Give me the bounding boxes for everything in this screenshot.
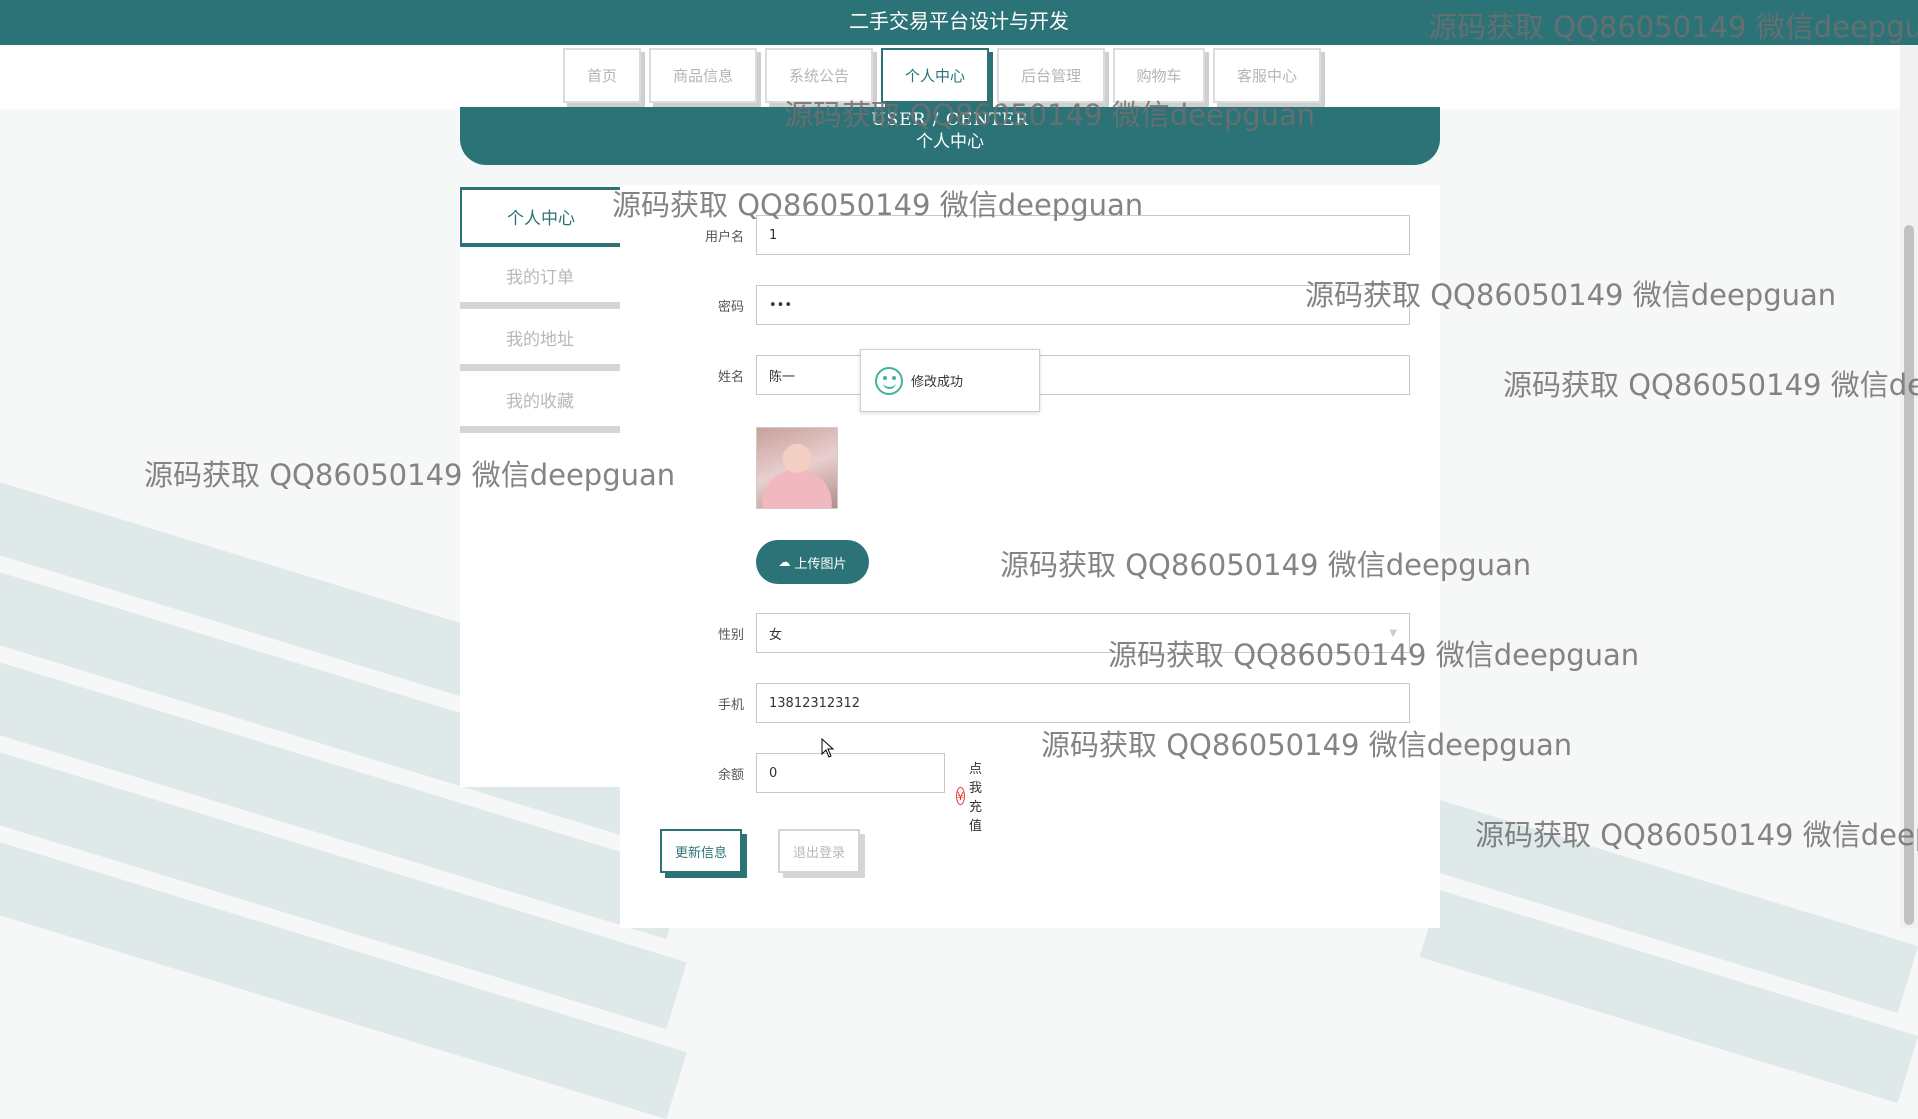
top-header-bar: 二手交易平台设计与开发 bbox=[0, 0, 1918, 45]
upload-image-button[interactable]: ☁ 上传图片 bbox=[756, 540, 869, 584]
yen-icon: ¥ bbox=[956, 787, 965, 805]
gender-row: 性别 女 ▼ bbox=[660, 613, 1410, 653]
main-nav: 首页 商品信息 系统公告 个人中心 后台管理 购物车 客服中心 bbox=[0, 45, 1918, 109]
avatar-image bbox=[756, 427, 838, 509]
password-field[interactable]: ••• bbox=[756, 285, 1410, 325]
gender-value: 女 bbox=[769, 627, 783, 643]
phone-row: 手机 13812312312 bbox=[660, 683, 1410, 723]
success-toast: 修改成功 bbox=[860, 349, 1040, 412]
phone-field[interactable]: 13812312312 bbox=[756, 683, 1410, 723]
banner-title-cn: 个人中心 bbox=[916, 132, 984, 152]
balance-row: 余额 0 bbox=[660, 753, 945, 793]
sidebar-menu: 个人中心 我的订单 我的地址 我的收藏 bbox=[460, 187, 620, 435]
chevron-down-icon: ▼ bbox=[1389, 628, 1397, 639]
name-field[interactable]: 陈一 bbox=[756, 355, 1410, 395]
balance-field[interactable]: 0 bbox=[756, 753, 945, 793]
watermark-text: 源码获取 QQ86050149 微信deepguan bbox=[1475, 818, 1918, 852]
watermark-text: 源码获取 QQ86050149 微信deepguan bbox=[1503, 368, 1918, 402]
name-label: 姓名 bbox=[717, 369, 744, 385]
balance-label: 余额 bbox=[717, 767, 744, 783]
scrollbar-thumb[interactable] bbox=[1904, 225, 1914, 925]
cloud-upload-icon: ☁ bbox=[778, 555, 791, 569]
phone-label: 手机 bbox=[717, 697, 744, 713]
gender-label: 性别 bbox=[717, 627, 744, 643]
upload-image-label: 上传图片 bbox=[794, 556, 847, 572]
password-row: 密码 ••• bbox=[660, 285, 1410, 325]
nav-tab-admin[interactable]: 后台管理 bbox=[997, 48, 1105, 103]
toast-message: 修改成功 bbox=[911, 375, 964, 390]
gender-select[interactable]: 女 ▼ bbox=[756, 613, 1410, 653]
sidebar-item-my-address[interactable]: 我的地址 bbox=[460, 311, 620, 371]
recharge-label: 点我充值 bbox=[969, 762, 983, 834]
banner-title-en: USER / CENTER bbox=[871, 110, 1029, 130]
username-label: 用户名 bbox=[704, 229, 744, 245]
smile-icon bbox=[875, 366, 903, 395]
username-field[interactable]: 1 bbox=[756, 215, 1410, 255]
nav-tab-customer-service[interactable]: 客服中心 bbox=[1213, 48, 1321, 103]
nav-tab-cart[interactable]: 购物车 bbox=[1113, 48, 1205, 103]
page-scrollbar[interactable] bbox=[1900, 45, 1918, 928]
sidebar-item-my-orders[interactable]: 我的订单 bbox=[460, 249, 620, 309]
username-row: 用户名 1 bbox=[660, 215, 1410, 255]
password-label: 密码 bbox=[717, 299, 744, 315]
nav-tab-announcements[interactable]: 系统公告 bbox=[765, 48, 873, 103]
nav-tabs: 首页 商品信息 系统公告 个人中心 后台管理 购物车 客服中心 bbox=[563, 48, 1329, 103]
update-info-button[interactable]: 更新信息 bbox=[660, 829, 742, 873]
nav-tab-products[interactable]: 商品信息 bbox=[649, 48, 757, 103]
site-title: 二手交易平台设计与开发 bbox=[849, 9, 1069, 33]
nav-tab-home[interactable]: 首页 bbox=[563, 48, 641, 103]
sidebar-item-user-center[interactable]: 个人中心 bbox=[460, 187, 620, 247]
nav-tab-user-center[interactable]: 个人中心 bbox=[881, 48, 989, 103]
user-center-banner: USER / CENTER 个人中心 bbox=[460, 107, 1440, 165]
sidebar-item-my-favorites[interactable]: 我的收藏 bbox=[460, 373, 620, 433]
recharge-link[interactable]: ¥ 点我充值 bbox=[956, 758, 991, 834]
logout-button[interactable]: 退出登录 bbox=[778, 829, 860, 873]
